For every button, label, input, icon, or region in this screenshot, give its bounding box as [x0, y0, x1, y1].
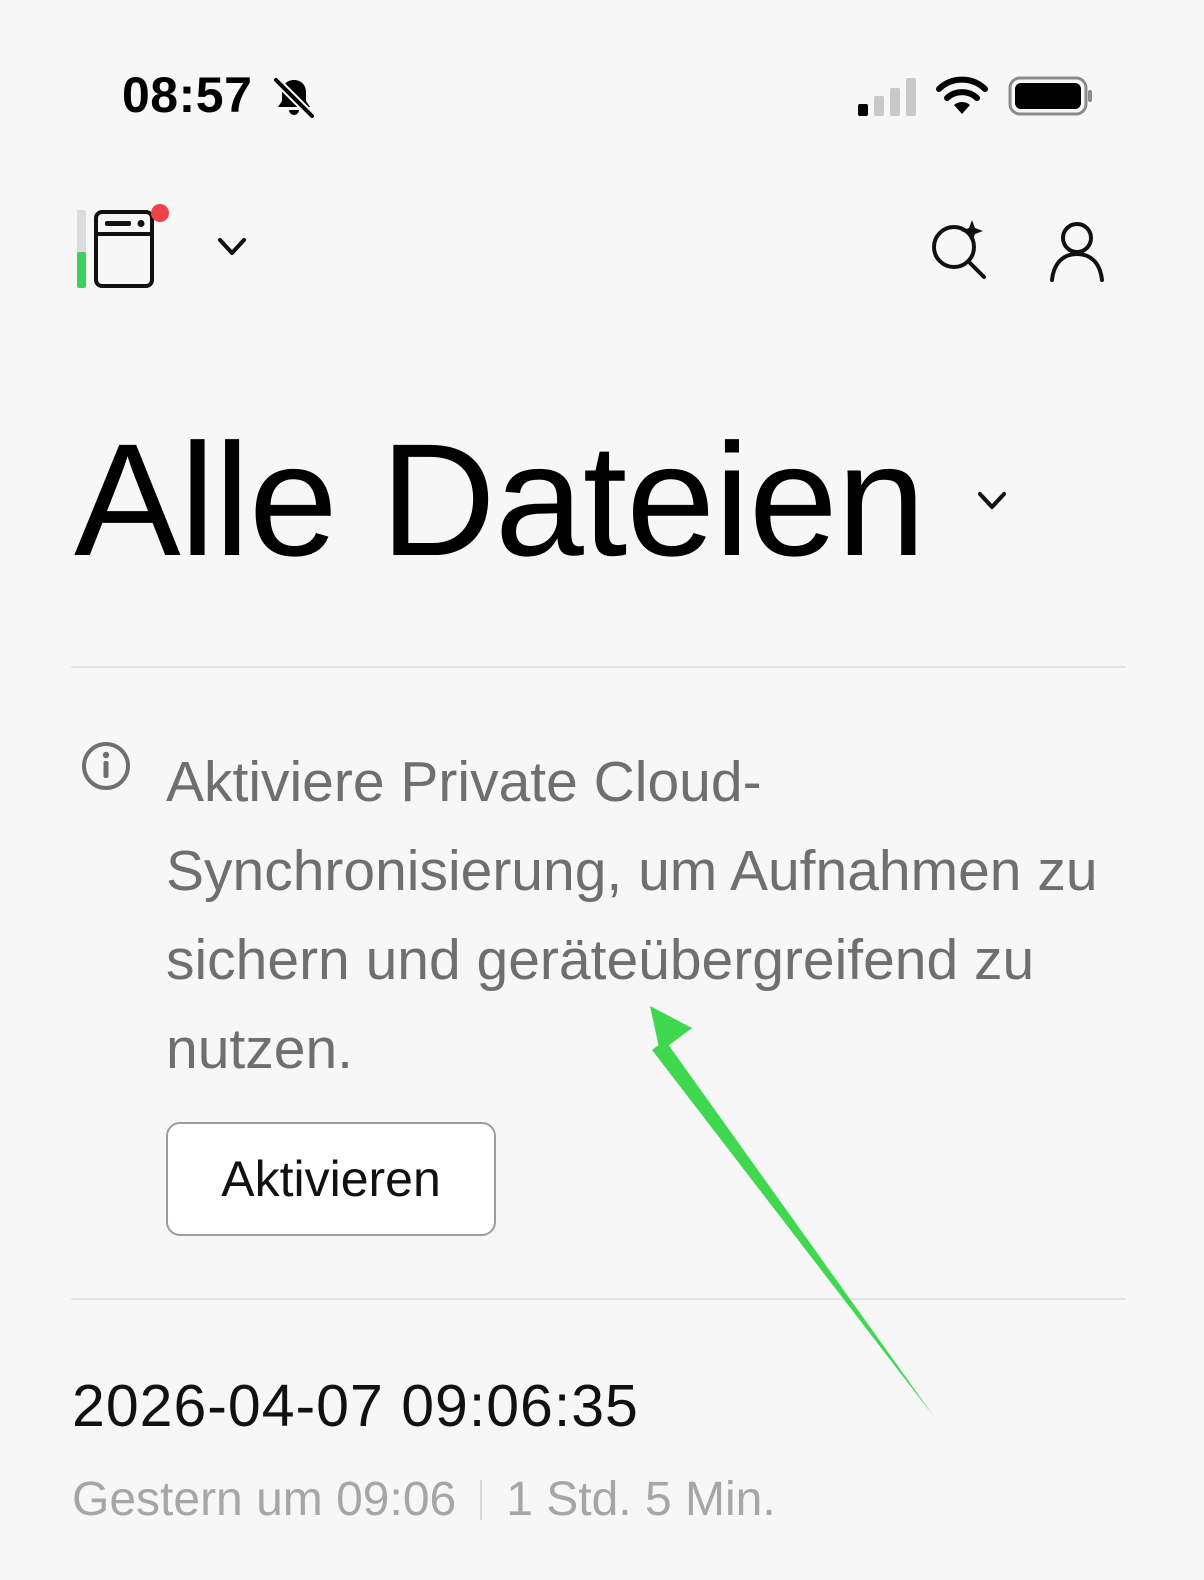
battery-icon — [1008, 76, 1092, 116]
activate-button-label: Aktivieren — [221, 1151, 441, 1207]
recording-meta: Gestern um 09:06 1 Std. 5 Min. — [72, 1472, 776, 1527]
chevron-down-icon[interactable] — [212, 232, 252, 262]
sync-info-text: Aktiviere Private Cloud-Synchronisierung… — [166, 750, 1098, 1081]
ai-search-icon[interactable] — [924, 214, 994, 284]
bell-slash-icon — [273, 77, 315, 119]
recording-date: Gestern um 09:06 — [72, 1473, 457, 1526]
cellular-signal-icon — [858, 78, 916, 116]
recorder-device-icon[interactable] — [74, 200, 174, 295]
status-time: 08:57 — [122, 67, 253, 123]
recording-title[interactable]: 2026-04-07 09:06:35 — [72, 1372, 639, 1440]
recording-duration: 1 Std. 5 Min. — [506, 1473, 776, 1526]
user-icon[interactable] — [1046, 218, 1108, 284]
activate-sync-button[interactable]: Aktivieren — [166, 1122, 496, 1236]
chevron-down-icon[interactable] — [972, 486, 1012, 516]
page-title[interactable]: Alle Dateien — [74, 420, 926, 580]
info-icon — [82, 742, 130, 790]
meta-separator — [480, 1479, 483, 1520]
divider — [71, 1298, 1126, 1300]
wifi-icon — [936, 76, 988, 114]
divider — [71, 666, 1126, 668]
